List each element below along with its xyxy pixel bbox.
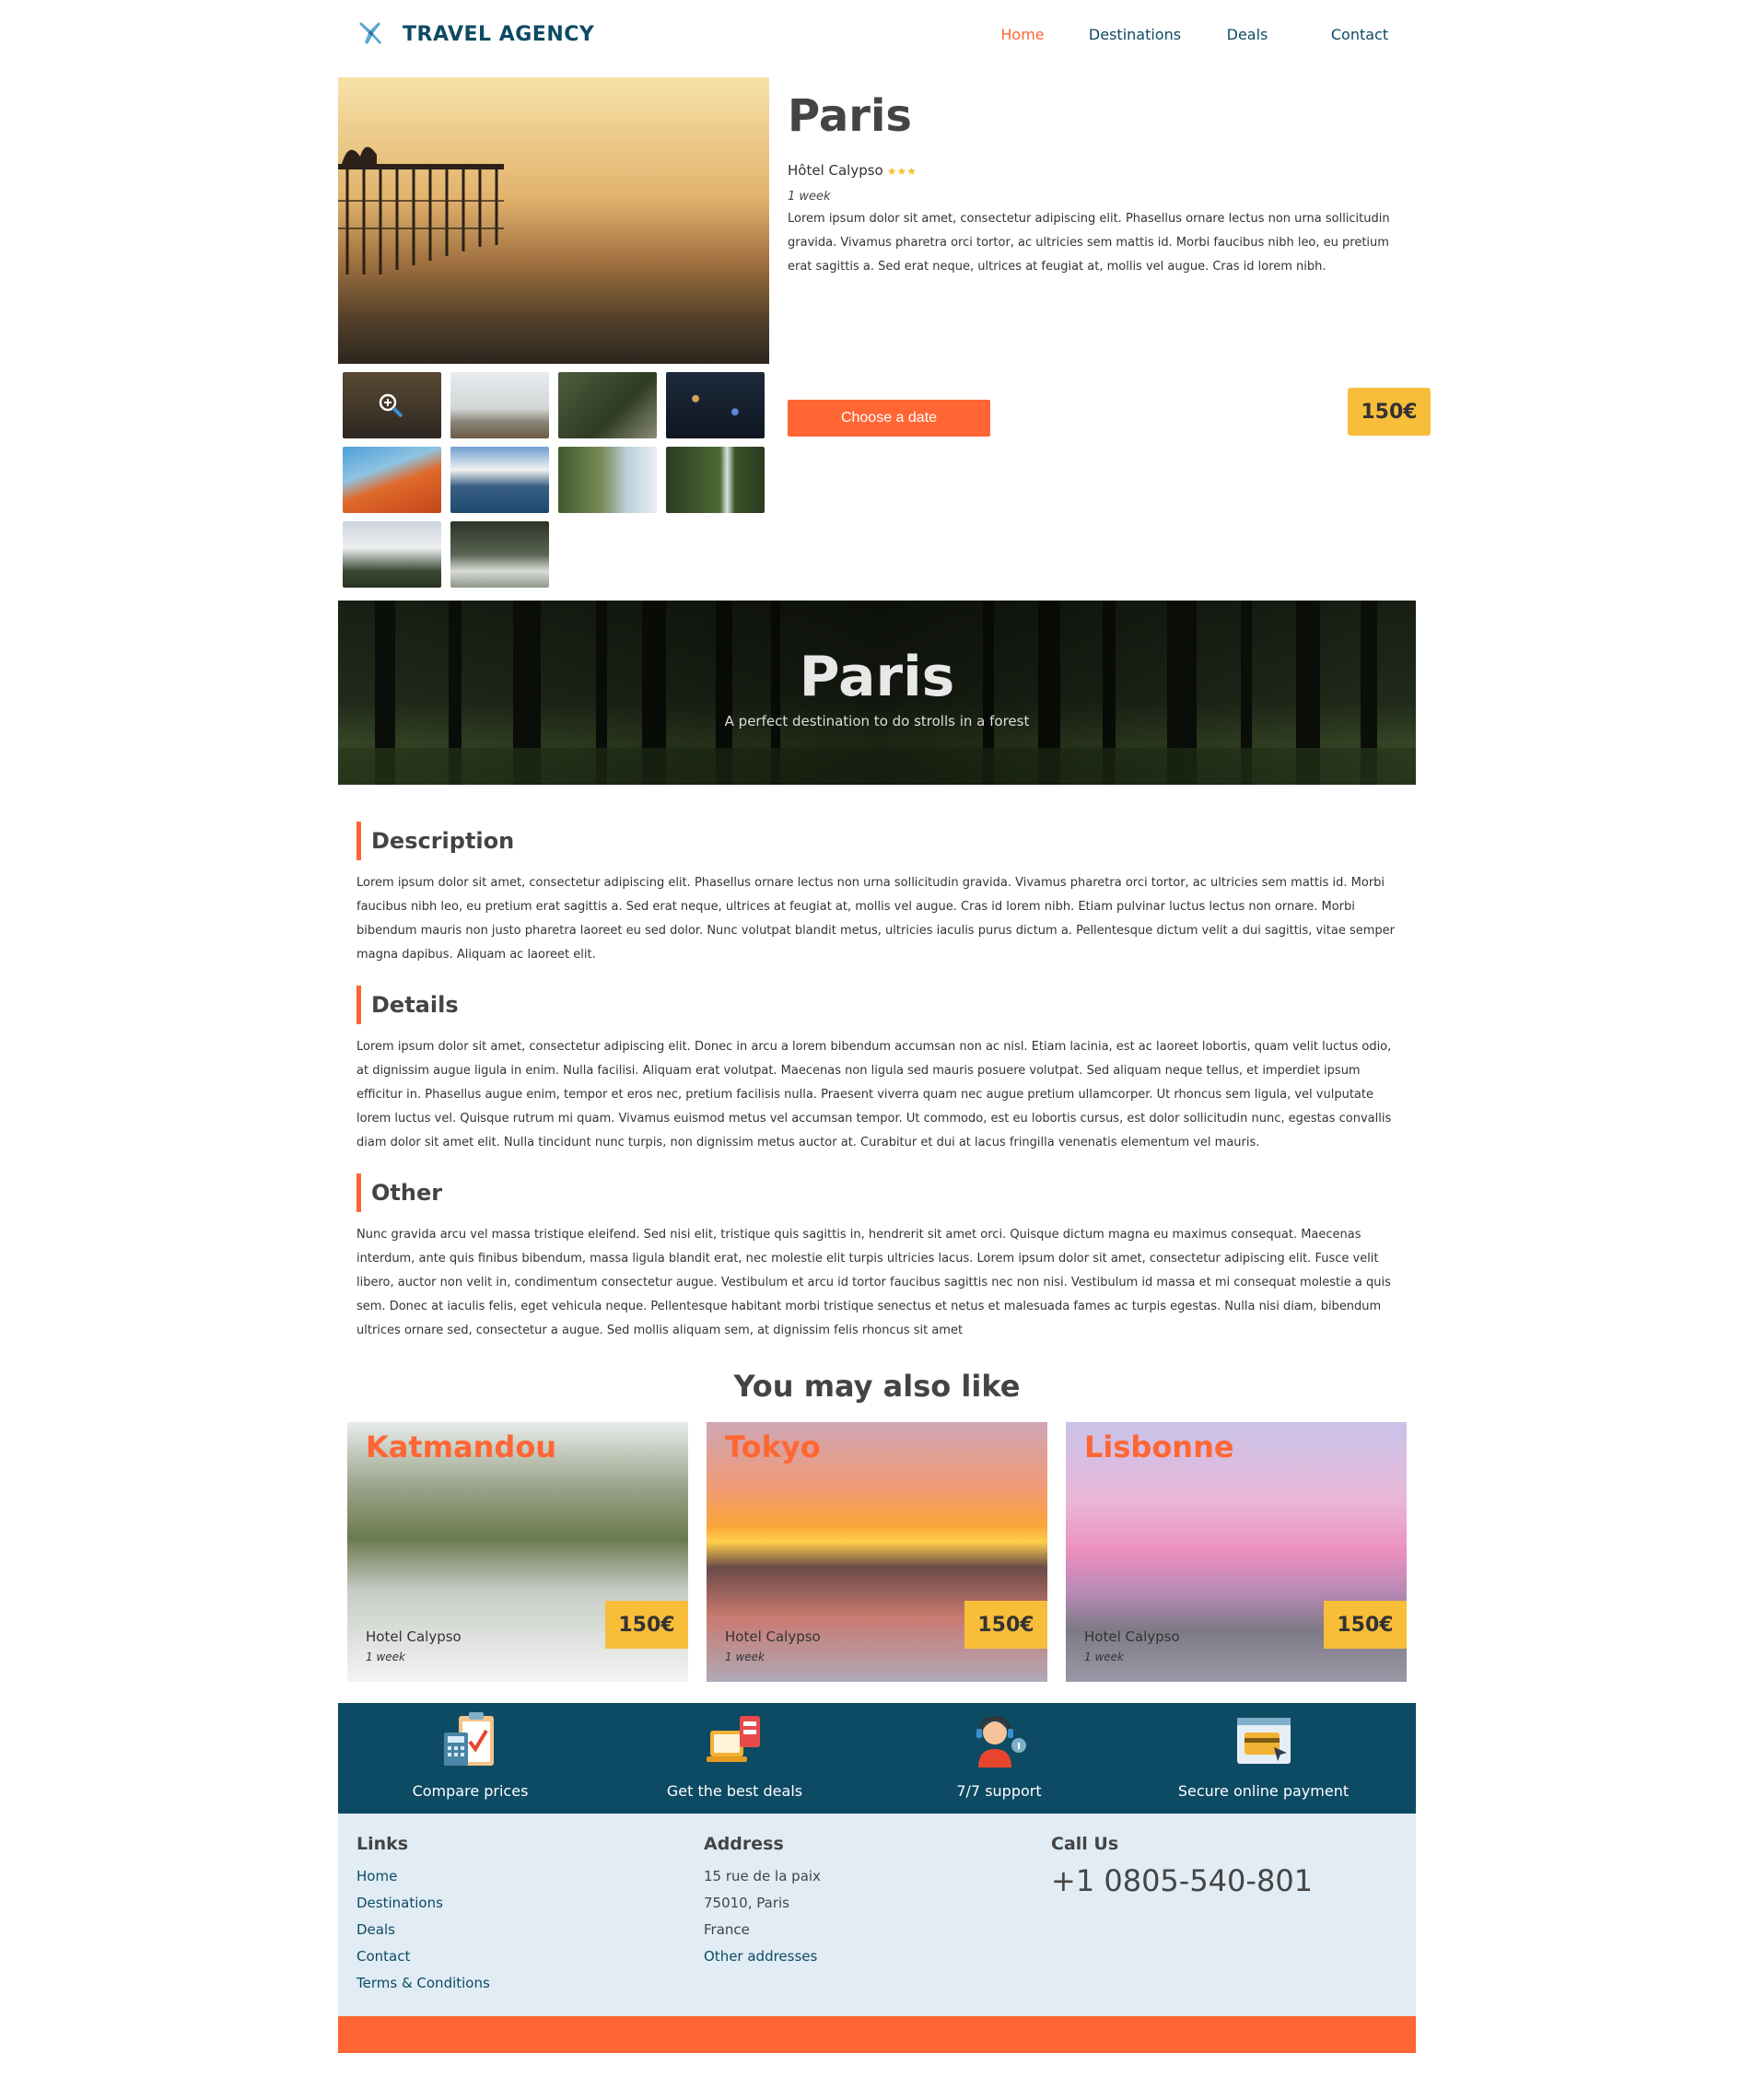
thumbnail-gallery — [343, 372, 765, 588]
footer-link-destinations[interactable]: Destinations — [356, 1890, 490, 1917]
card-hotel: Hotel Calypso — [366, 1628, 462, 1645]
section-title-details: Details — [356, 986, 1397, 1024]
section-body-other: Nunc gravida arcu vel massa tristique el… — [356, 1228, 1391, 1337]
feature-label: Get the best deals — [666, 1782, 803, 1800]
card-tokyo[interactable]: Tokyo Hotel Calypso 1 week 150€ — [707, 1422, 1047, 1682]
thumbnail-5[interactable] — [343, 447, 441, 513]
card-price: 150€ — [1324, 1601, 1407, 1649]
footer-address-title: Address — [704, 1834, 784, 1854]
footer-link-contact[interactable]: Contact — [356, 1943, 490, 1970]
nav-destinations[interactable]: Destinations — [1079, 26, 1191, 43]
main-nav: Home Destinations Deals Contact — [966, 26, 1416, 43]
card-price: 150€ — [964, 1601, 1047, 1649]
bottom-bar — [338, 2016, 1416, 2053]
calculator-clipboard-icon — [443, 1712, 494, 1766]
card-hotel: Hotel Calypso — [1084, 1628, 1180, 1645]
banner-subtitle: A perfect destination to do strolls in a… — [724, 713, 1030, 729]
main-photo[interactable] — [338, 77, 769, 364]
card-title: Lisbonne — [1084, 1429, 1234, 1464]
info-sections: Description Lorem ipsum dolor sit amet, … — [338, 785, 1416, 1343]
brand-name: TRAVEL AGENCY — [403, 22, 595, 46]
card-duration: 1 week — [366, 1651, 405, 1663]
feature-label: 7/7 support — [956, 1782, 1042, 1800]
feature-best-deals: Get the best deals — [602, 1703, 867, 1814]
section-title-description: Description — [356, 822, 1397, 860]
nav-home[interactable]: Home — [966, 26, 1079, 43]
product-section: Paris Hôtel Calypso ★★★ 1 week Lorem ipsu… — [338, 76, 1431, 601]
airplane-icon — [359, 22, 381, 44]
thumbnail-9[interactable] — [343, 521, 441, 588]
sale-tag-icon — [706, 1716, 760, 1762]
feature-compare-prices: Compare prices — [338, 1703, 602, 1814]
address-line: 15 rue de la paix — [704, 1868, 821, 1884]
choose-date-button[interactable]: Choose a date — [788, 400, 990, 437]
feature-support: 7/7 support — [867, 1703, 1131, 1814]
card-katmandou[interactable]: Katmandou Hotel Calypso 1 week 150€ — [347, 1422, 688, 1682]
recommendation-cards: Katmandou Hotel Calypso 1 week 150€ Toky… — [338, 1422, 1416, 1685]
product-description: Lorem ipsum dolor sit amet, consectetur … — [788, 212, 1390, 274]
thumbnail-2[interactable] — [450, 372, 549, 438]
footer: Links Home Destinations Deals Contact Te… — [338, 1814, 1416, 2016]
footer-address: Address 15 rue de la paix 75010, Paris F… — [704, 1834, 821, 1970]
trip-duration: 1 week — [788, 190, 831, 204]
header: TRAVEL AGENCY Home Destinations Deals Co… — [338, 0, 1416, 76]
product-info: Paris Hôtel Calypso ★★★ 1 week Lorem ipsu… — [788, 76, 1431, 437]
card-duration: 1 week — [1084, 1651, 1124, 1663]
page: TRAVEL AGENCY Home Destinations Deals Co… — [338, 0, 1431, 2100]
other-addresses-link[interactable]: Other addresses — [704, 1943, 821, 1970]
thumbnail-10[interactable] — [450, 521, 549, 588]
logo[interactable]: TRAVEL AGENCY — [356, 20, 594, 48]
thumbnail-4[interactable] — [666, 372, 765, 438]
feature-secure-payment: Secure online payment — [1131, 1703, 1396, 1814]
thumbnail-6[interactable] — [450, 447, 549, 513]
section-title-other: Other — [356, 1173, 1397, 1212]
product-title: Paris — [788, 90, 912, 142]
thumbnail-8[interactable] — [666, 447, 765, 513]
footer-links-title: Links — [356, 1834, 409, 1854]
nav-deals[interactable]: Deals — [1191, 26, 1303, 43]
thumbnail-3[interactable] — [558, 372, 657, 438]
section-body-details: Lorem ipsum dolor sit amet, consectetur … — [356, 1040, 1392, 1149]
credit-card-window-icon — [1236, 1718, 1291, 1764]
address-line: France — [704, 1921, 750, 1938]
destination-banner: Paris A perfect destination to do stroll… — [338, 601, 1416, 785]
support-agent-icon — [976, 1716, 1026, 1768]
zoom-in-icon — [379, 393, 403, 418]
pier-silhouette — [338, 146, 504, 274]
footer-link-deals[interactable]: Deals — [356, 1917, 490, 1943]
nav-contact[interactable]: Contact — [1303, 26, 1416, 43]
address-line: 75010, Paris — [704, 1895, 789, 1911]
banner-title: Paris — [799, 645, 955, 709]
card-title: Katmandou — [366, 1429, 557, 1464]
footer-call-title: Call Us — [1051, 1834, 1119, 1854]
feature-label: Secure online payment — [1177, 1782, 1350, 1800]
card-hotel: Hotel Calypso — [725, 1628, 821, 1645]
card-title: Tokyo — [725, 1429, 821, 1464]
features-bar: Compare prices Get the best deals 7/7 su… — [338, 1703, 1416, 1814]
price-badge: 150€ — [1348, 388, 1431, 436]
phone-number[interactable]: +1 0805-540-801 — [1051, 1863, 1313, 1898]
thumbnail-7[interactable] — [558, 447, 657, 513]
also-like-title: You may also like — [733, 1369, 1021, 1404]
card-duration: 1 week — [725, 1651, 765, 1663]
star-rating: ★★★ — [886, 165, 917, 178]
card-lisbonne[interactable]: Lisbonne Hotel Calypso 1 week 150€ — [1066, 1422, 1407, 1682]
footer-link-home[interactable]: Home — [356, 1863, 490, 1890]
thumbnail-1[interactable] — [343, 372, 441, 438]
hotel-line: Hôtel Calypso ★★★ — [788, 162, 1416, 179]
footer-call: Call Us +1 0805-540-801 — [1051, 1834, 1313, 1898]
footer-links: Links Home Destinations Deals Contact Te… — [356, 1834, 490, 1997]
hotel-name: Hôtel Calypso — [788, 162, 883, 179]
footer-link-terms[interactable]: Terms & Conditions — [356, 1970, 490, 1997]
feature-label: Compare prices — [412, 1782, 529, 1800]
card-price: 150€ — [605, 1601, 688, 1649]
section-body-description: Lorem ipsum dolor sit amet, consectetur … — [356, 876, 1395, 962]
